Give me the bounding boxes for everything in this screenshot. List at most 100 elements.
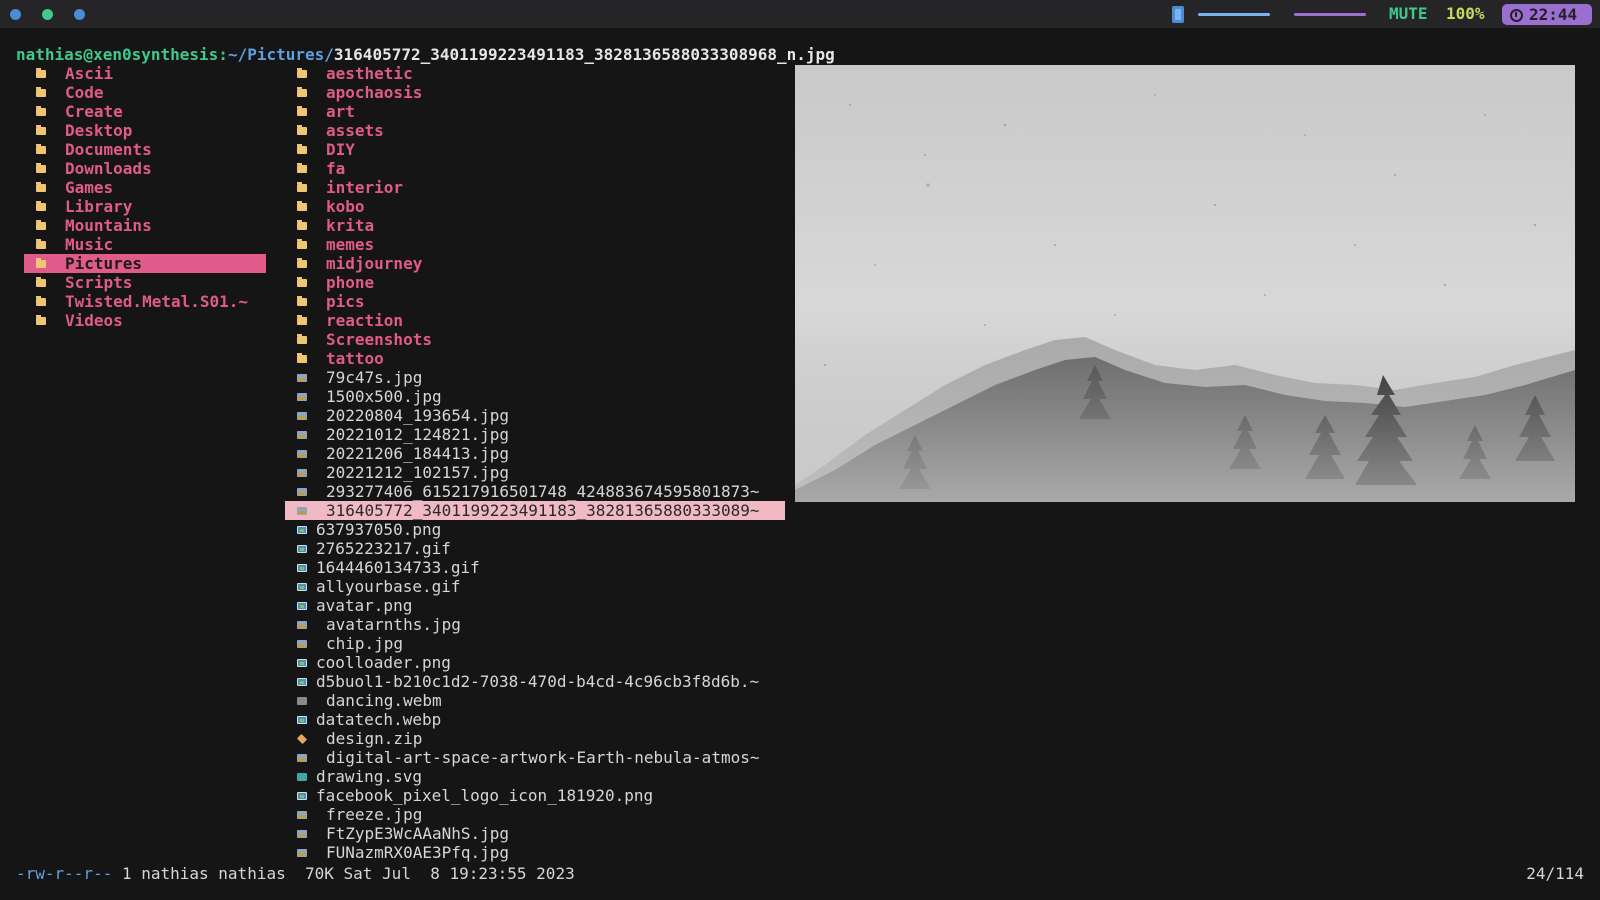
directory-item[interactable]: aesthetic: [285, 64, 785, 83]
parent-dir-item[interactable]: Library: [24, 197, 266, 216]
folder-icon: [297, 353, 307, 363]
directory-item[interactable]: kobo: [285, 197, 785, 216]
file-item[interactable]: coolloader.png: [285, 653, 785, 672]
parent-dir-item[interactable]: Downloads: [24, 159, 266, 178]
file-item[interactable]: avatarnths.jpg: [285, 615, 785, 634]
parent-dir-item-label: Pictures: [65, 254, 143, 273]
file-item[interactable]: 293277406_615217916501748_42488367459580…: [285, 482, 785, 501]
file-item[interactable]: 20221012_124821.jpg: [285, 425, 785, 444]
directory-item[interactable]: tattoo: [285, 349, 785, 368]
path-separator: :: [218, 45, 228, 64]
parent-dir-item-label: Ascii: [65, 64, 114, 83]
workspace-3-dot[interactable]: [74, 9, 85, 20]
file-item[interactable]: freeze.jpg: [285, 805, 785, 824]
file-item[interactable]: 637937050.png: [285, 520, 785, 539]
file-item[interactable]: 79c47s.jpg: [285, 368, 785, 387]
parent-dir-item[interactable]: Scripts: [24, 273, 266, 292]
file-item[interactable]: 20220804_193654.jpg: [285, 406, 785, 425]
parent-dir-item[interactable]: Desktop: [24, 121, 266, 140]
folder-icon: [36, 201, 46, 211]
file-item[interactable]: d5buol1-b210c1d2-7038-470d-b4cd-4c96cb3f…: [285, 672, 785, 691]
file-details: 1 nathias nathias 70K Sat Jul 8 19:23:55…: [112, 864, 575, 883]
file-item[interactable]: dancing.webm: [285, 691, 785, 710]
workspace-1-dot[interactable]: [10, 9, 21, 20]
file-item[interactable]: 316405772_3401199223491183_3828136588033…: [285, 501, 785, 520]
current-dir-item-label: facebook_pixel_logo_icon_181920.png: [316, 786, 654, 805]
volume-slider[interactable]: [1294, 13, 1366, 16]
current-dir-item-label: aesthetic: [326, 64, 413, 83]
parent-dir-item[interactable]: Twisted.Metal.S01.~: [24, 292, 266, 311]
folder-icon: [36, 258, 46, 268]
file-item[interactable]: chip.jpg: [285, 634, 785, 653]
file-item[interactable]: drawing.svg: [285, 767, 785, 786]
image-file-icon: [297, 811, 307, 819]
parent-dir-item[interactable]: Create: [24, 102, 266, 121]
image-file-icon: [297, 621, 307, 629]
directory-item[interactable]: Screenshots: [285, 330, 785, 349]
parent-dir-item[interactable]: Documents: [24, 140, 266, 159]
directory-item[interactable]: phone: [285, 273, 785, 292]
current-dir-item-label: assets: [326, 121, 384, 140]
file-item[interactable]: datatech.webp: [285, 710, 785, 729]
current-dir-item-label: allyourbase.gif: [316, 577, 461, 596]
directory-item[interactable]: pics: [285, 292, 785, 311]
directory-item[interactable]: art: [285, 102, 785, 121]
current-dir-item-label: 79c47s.jpg: [326, 368, 423, 387]
file-item[interactable]: 20221206_184413.jpg: [285, 444, 785, 463]
parent-dir-item-label: Create: [65, 102, 123, 121]
file-status-line: -rw-r--r-- 1 nathias nathias 70K Sat Jul…: [16, 864, 575, 883]
file-position-counter: 24/114: [1526, 864, 1584, 883]
parent-dir-item-label: Videos: [65, 311, 123, 330]
top-bar: MUTE 100% 22:44: [0, 0, 1600, 28]
current-dir-item-label: design.zip: [326, 729, 423, 748]
parent-dir-item[interactable]: Music: [24, 235, 266, 254]
folder-icon: [297, 68, 307, 78]
parent-dir-item[interactable]: Mountains: [24, 216, 266, 235]
image-file-icon: [297, 488, 307, 496]
picture-file-icon: [297, 526, 307, 534]
image-file-icon: [297, 507, 307, 515]
directory-item[interactable]: memes: [285, 235, 785, 254]
parent-dir-item[interactable]: Ascii: [24, 64, 266, 83]
file-item[interactable]: avatar.png: [285, 596, 785, 615]
parent-dir-item[interactable]: Pictures: [24, 254, 266, 273]
directory-item[interactable]: interior: [285, 178, 785, 197]
file-item[interactable]: FUNazmRX0AE3Pfq.jpg: [285, 843, 785, 862]
archive-file-icon: [296, 733, 308, 745]
file-item[interactable]: facebook_pixel_logo_icon_181920.png: [285, 786, 785, 805]
clock-widget[interactable]: 22:44: [1502, 4, 1592, 25]
video-file-icon: [297, 697, 307, 705]
directory-item[interactable]: DIY: [285, 140, 785, 159]
directory-item[interactable]: apochaosis: [285, 83, 785, 102]
directory-item[interactable]: midjourney: [285, 254, 785, 273]
current-dir-item-label: dancing.webm: [326, 691, 442, 710]
file-item[interactable]: allyourbase.gif: [285, 577, 785, 596]
directory-item[interactable]: reaction: [285, 311, 785, 330]
file-item[interactable]: digital-art-space-artwork-Earth-nebula-a…: [285, 748, 785, 767]
directory-item[interactable]: krita: [285, 216, 785, 235]
parent-dir-item-label: Code: [65, 83, 104, 102]
directory-item[interactable]: fa: [285, 159, 785, 178]
mute-label[interactable]: MUTE: [1389, 4, 1428, 23]
current-dir-item-label: phone: [326, 273, 375, 292]
directory-item[interactable]: assets: [285, 121, 785, 140]
file-item[interactable]: 1500x500.jpg: [285, 387, 785, 406]
brightness-slider[interactable]: [1198, 13, 1270, 16]
current-dir-item-label: 20221012_124821.jpg: [326, 425, 510, 444]
parent-dir-item[interactable]: Videos: [24, 311, 266, 330]
current-dir-item-label: FtZypE3WcAAaNhS.jpg: [326, 824, 510, 843]
file-item[interactable]: FtZypE3WcAAaNhS.jpg: [285, 824, 785, 843]
current-dir-item-label: drawing.svg: [316, 767, 422, 786]
current-dir-item-label: d5buol1-b210c1d2-7038-470d-b4cd-4c96cb3f…: [316, 672, 760, 691]
file-item[interactable]: 1644460134733.gif: [285, 558, 785, 577]
clock-time: 22:44: [1529, 5, 1578, 24]
folder-icon: [36, 296, 46, 306]
file-item[interactable]: 2765223217.gif: [285, 539, 785, 558]
picture-file-icon: [297, 583, 307, 591]
workspace-2-dot[interactable]: [42, 9, 53, 20]
parent-dir-item[interactable]: Code: [24, 83, 266, 102]
parent-dir-item[interactable]: Games: [24, 178, 266, 197]
file-item[interactable]: design.zip: [285, 729, 785, 748]
file-item[interactable]: 20221212_102157.jpg: [285, 463, 785, 482]
folder-icon: [36, 87, 46, 97]
